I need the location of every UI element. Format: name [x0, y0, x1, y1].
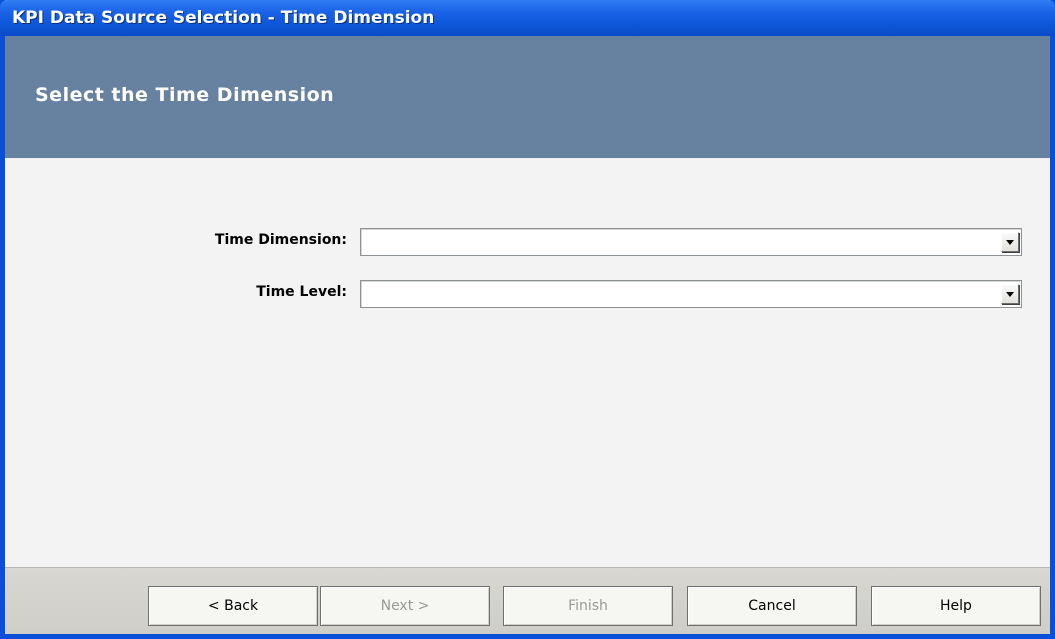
- time-level-dropdown-button[interactable]: [1001, 284, 1019, 304]
- wizard-content: Time Dimension: Time Level:: [5, 158, 1050, 567]
- window-title: KPI Data Source Selection - Time Dimensi…: [12, 8, 435, 28]
- time-level-label: Time Level:: [256, 284, 347, 300]
- chevron-down-icon: [1006, 292, 1014, 297]
- window-title-bar[interactable]: KPI Data Source Selection - Time Dimensi…: [0, 0, 1055, 36]
- page-title: Select the Time Dimension: [35, 84, 335, 106]
- time-level-dropdown[interactable]: [360, 280, 1022, 308]
- help-button[interactable]: Help: [871, 586, 1041, 626]
- time-dimension-dropdown-button[interactable]: [1001, 232, 1019, 252]
- wizard-header: Select the Time Dimension: [5, 36, 1050, 158]
- cancel-button[interactable]: Cancel: [687, 586, 857, 626]
- finish-button[interactable]: Finish: [503, 586, 673, 626]
- next-button[interactable]: Next >: [320, 586, 490, 626]
- wizard-footer: < Back Next > Finish Cancel Help: [5, 567, 1050, 634]
- chevron-down-icon: [1006, 240, 1014, 245]
- time-dimension-dropdown[interactable]: [360, 228, 1022, 256]
- wizard-window: KPI Data Source Selection - Time Dimensi…: [0, 0, 1055, 639]
- back-button[interactable]: < Back: [148, 586, 318, 626]
- time-dimension-label: Time Dimension:: [214, 232, 347, 248]
